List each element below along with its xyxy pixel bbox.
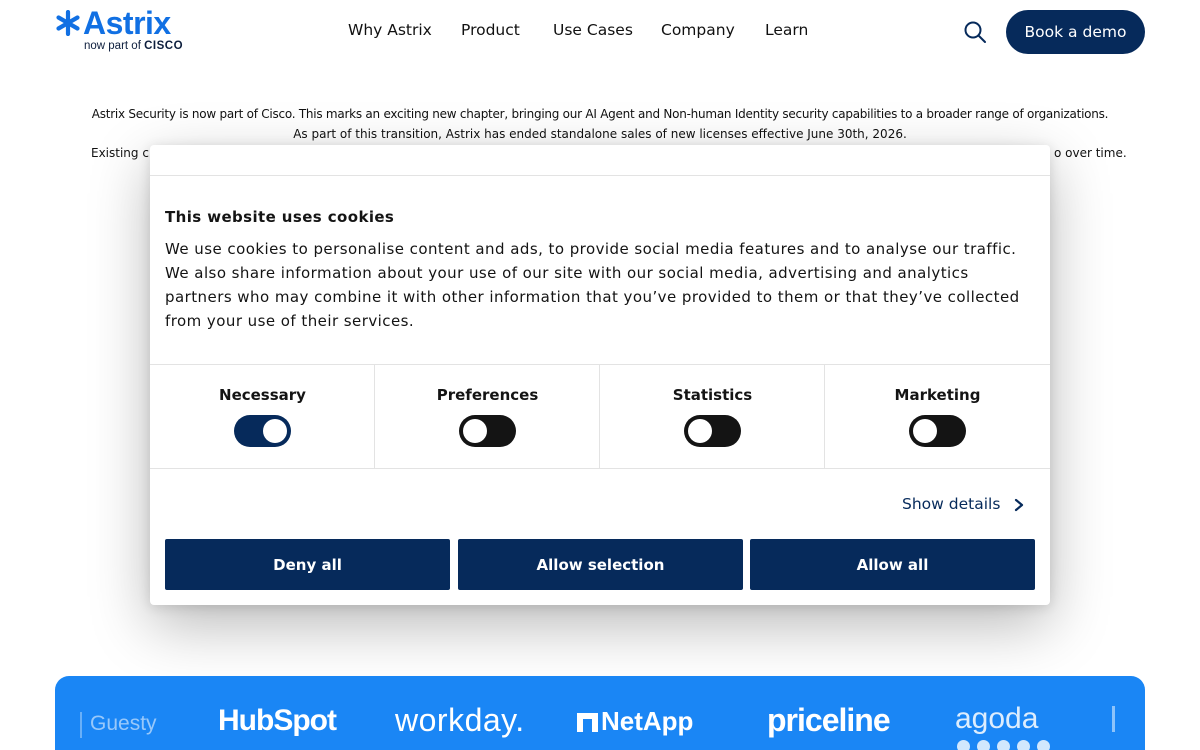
nav-use-cases[interactable]: Use Cases (553, 21, 633, 39)
statistics-toggle[interactable] (684, 415, 741, 447)
logo-wordmark: Astrix (83, 5, 171, 41)
toggle-knob (913, 419, 937, 443)
toggle-knob (463, 419, 487, 443)
astrix-star-icon (56, 10, 80, 36)
announcement-line-3-start: Existing cu (91, 146, 157, 160)
cookie-dialog-title: This website uses cookies (165, 208, 395, 226)
dialog-divider (150, 175, 1050, 176)
toggle-knob (688, 419, 712, 443)
toggle-knob (263, 419, 287, 443)
agoda-dot (977, 740, 990, 750)
necessary-toggle[interactable] (234, 415, 291, 447)
astrix-logo[interactable]: Astrix now part of CISCO (55, 5, 195, 58)
priceline-logo: priceline (767, 702, 891, 738)
cookie-consent-dialog: This website uses cookies We use cookies… (150, 145, 1050, 605)
consent-label: Statistics (672, 386, 753, 404)
cisco-announcement: Astrix Security is now part of Cisco. Th… (0, 104, 1200, 160)
netapp-logo: NetApp (601, 706, 694, 736)
nav-company[interactable]: Company (661, 21, 735, 39)
agoda-dot (1017, 740, 1030, 750)
preferences-toggle[interactable] (459, 415, 516, 447)
cisco-wordmark: CISCO (144, 40, 184, 52)
netapp-icon (577, 713, 598, 732)
hubspot-logo: HubSpot (218, 704, 337, 737)
cookie-dialog-body: We use cookies to personalise content an… (165, 240, 1020, 330)
consent-marketing: Marketing (825, 365, 1050, 468)
agoda-dot (997, 740, 1010, 750)
consent-label: Necessary (219, 386, 306, 404)
announcement-line-1: Astrix Security is now part of Cisco. Th… (91, 107, 1109, 121)
nav-learn[interactable]: Learn (765, 21, 808, 39)
consent-necessary: Necessary (150, 365, 375, 468)
consent-toggles: Necessary Preferences Statistics Marketi… (150, 365, 1050, 468)
deny-all-button[interactable]: Deny all (165, 539, 450, 590)
nav-why-astrix[interactable]: Why Astrix (348, 21, 432, 39)
agoda-dot (957, 740, 970, 750)
dialog-divider (150, 468, 1050, 469)
nav-product[interactable]: Product (461, 21, 520, 39)
agoda-logo: agoda (955, 702, 1039, 735)
marketing-toggle[interactable] (909, 415, 966, 447)
announcement-line-3-end: o over time. (1054, 146, 1127, 160)
allow-all-button[interactable]: Allow all (750, 539, 1035, 590)
logo-tagline-text: now part of (84, 40, 141, 52)
agoda-dots-icon (955, 740, 1055, 750)
consent-label: Preferences (436, 386, 539, 404)
consent-label: Marketing (894, 386, 981, 404)
agoda-dot (1037, 740, 1050, 750)
partial-logo (1112, 706, 1120, 732)
logo-divider (80, 712, 82, 738)
logo-tagline: now part of CISCO (84, 40, 183, 52)
site-header: Astrix now part of CISCO Why Astrix Prod… (0, 0, 1200, 64)
customer-logo-strip: Guesty HubSpot workday. NetApp priceline… (55, 676, 1145, 750)
chevron-right-icon[interactable] (1013, 497, 1025, 513)
show-details-link[interactable]: Show details (902, 495, 1000, 513)
consent-statistics: Statistics (600, 365, 825, 468)
guesty-logo: Guesty (90, 712, 157, 735)
search-icon[interactable] (962, 19, 988, 45)
workday-logo: workday. (395, 702, 525, 738)
announcement-line-2: As part of this transition, Astrix has e… (293, 127, 907, 141)
allow-selection-button[interactable]: Allow selection (458, 539, 743, 590)
consent-preferences: Preferences (375, 365, 600, 468)
book-demo-button[interactable]: Book a demo (1006, 10, 1145, 54)
